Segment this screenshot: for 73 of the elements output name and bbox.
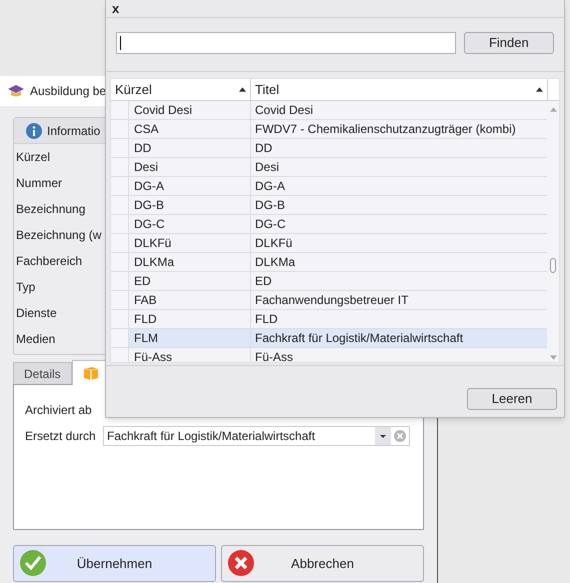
field-label: Bezeichnung: [16, 201, 86, 218]
table-cell-text: DG-C: [255, 216, 286, 233]
row-header[interactable]: [111, 329, 129, 347]
replacement-dropdown[interactable]: Fachkraft für Logistik/Materialwirtschaft: [103, 426, 410, 446]
table-cell-text: ED: [134, 273, 151, 290]
close-button[interactable]: x: [112, 2, 120, 15]
scroll-down-icon[interactable]: [550, 355, 556, 360]
table-cell-text: Covid Desi: [255, 102, 314, 119]
table-cell-text: DD: [255, 140, 272, 157]
table-cell-text: FLD: [255, 311, 278, 328]
search-field[interactable]: [116, 32, 456, 54]
grid-row[interactable]: ED ED: [111, 272, 547, 291]
table-cell-text: Fachanwendungsbetreuer IT: [255, 292, 408, 309]
field-label: Dienste: [16, 305, 57, 322]
grid-row[interactable]: DG-B DG-B: [111, 196, 547, 215]
window-title: Ausbildung be: [30, 83, 106, 100]
grid-row[interactable]: FAB Fachanwendungsbetreuer IT: [111, 291, 547, 310]
grid-row[interactable]: Desi Desi: [111, 158, 547, 177]
info-icon: [26, 122, 42, 138]
field-label: Medien: [16, 331, 56, 348]
box-icon: [82, 365, 99, 381]
table-cell-text: FWDV7 - Chemikalienschutzanzugträger (kombi): [255, 121, 516, 138]
table-cell-text: DG-B: [134, 197, 164, 214]
checkmark-icon: [19, 549, 47, 577]
grid-row[interactable]: CSA FWDV7 - Chemikalienschutzanzugträger (kombi): [111, 120, 547, 139]
table-cell-text: Fü-Ass: [255, 349, 294, 362]
table-cell-text: CSA: [134, 121, 159, 138]
grid-row[interactable]: DD DD: [111, 139, 547, 158]
close-icon: [227, 549, 255, 577]
field-label: Archiviert ab: [25, 402, 92, 419]
table-cell-text: FLM: [134, 330, 158, 347]
group-title: Informatio: [47, 122, 100, 140]
grid-row[interactable]: Covid Desi Covid Desi: [111, 101, 547, 120]
grid-row[interactable]: DG-C DG-C: [111, 215, 547, 234]
scroll-thumb[interactable]: [550, 258, 556, 273]
table-cell-text: DG-B: [255, 197, 285, 214]
apply-button[interactable]: Übernehmen: [13, 545, 216, 582]
grid-row[interactable]: FLD FLD: [111, 310, 547, 329]
tab[interactable]: Details: [13, 362, 72, 384]
table-cell-text: FAB: [134, 292, 157, 309]
table-cell-text: DLKMa: [255, 254, 296, 271]
scroll-up-icon[interactable]: [550, 107, 556, 112]
find-button[interactable]: Finden: [464, 32, 554, 54]
table-cell-text: DG-C: [134, 216, 165, 233]
grid-row[interactable]: FLM Fachkraft für Logistik/Materialwirtschaft: [111, 329, 547, 348]
field-label: Nummer: [16, 175, 62, 192]
field-label: Typ: [16, 279, 36, 296]
column-header[interactable]: Titel: [251, 79, 548, 100]
cancel-button[interactable]: Abbrechen: [221, 545, 424, 582]
field-label: Fachbereich: [16, 253, 82, 270]
table-cell-text: DG-A: [134, 178, 164, 195]
table-cell-text: ED: [255, 273, 272, 290]
table-cell-text: DLKFü: [255, 235, 292, 252]
table-cell-text: DD: [134, 140, 152, 157]
clear-button[interactable]: Leeren: [467, 388, 557, 410]
table-cell-text: Covid Desi: [134, 102, 192, 119]
graduation-cap-icon: [8, 84, 24, 98]
field-label: Kürzel: [16, 149, 50, 166]
grid-row[interactable]: DLKMa DLKMa: [111, 253, 547, 272]
table-cell-text: DLKMa: [134, 254, 174, 271]
table-cell-text: Fachkraft für Logistik/Materialwirtschaft: [255, 330, 464, 347]
field-label: Ersetzt durch: [25, 428, 97, 445]
grid-row[interactable]: DLKFü DLKFü: [111, 234, 547, 253]
caret-icon[interactable]: [375, 427, 391, 445]
table-cell-text: DLKFü: [134, 235, 172, 252]
grid-row[interactable]: DG-A DG-A: [111, 177, 547, 196]
column-header[interactable]: Kürzel: [111, 79, 251, 100]
table-cell-text: FLD: [134, 311, 157, 328]
table-cell-text: Desi: [255, 159, 280, 176]
table-cell-text: Fü-Ass: [134, 349, 172, 362]
table-cell-text: DG-A: [255, 178, 285, 195]
field-label: Bezeichnung (w: [16, 227, 102, 244]
table-cell-text: Desi: [134, 159, 158, 176]
